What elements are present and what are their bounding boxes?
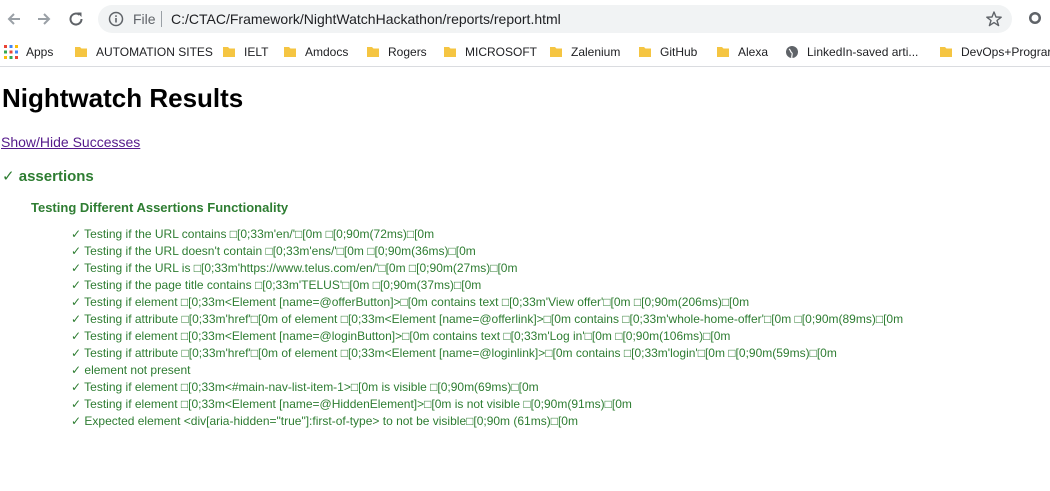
bookmark-linkedin-saved[interactable]: LinkedIn-saved arti...: [785, 41, 918, 63]
bookmark-label: Alexa: [738, 45, 769, 59]
folder-icon: [443, 45, 457, 59]
url-text[interactable]: C:/CTAC/Framework/NightWatchHackathon/re…: [171, 11, 561, 27]
page-title: Nightwatch Results: [2, 83, 244, 113]
bookmark-github[interactable]: GitHub: [638, 41, 697, 63]
forward-arrow-icon: [38, 13, 51, 25]
bookmark-label: Rogers: [388, 45, 427, 59]
bookmark-star-icon[interactable]: [985, 10, 1003, 33]
assertion-result: ✓ Expected element <div[aria-hidden="tru…: [71, 414, 578, 428]
bookmark-label: Zalenium: [571, 45, 621, 59]
bookmarks-bar: Apps AUTOMATION SITES IELT Amdocs Rogers…: [0, 37, 1050, 67]
browser-toolbar: File C:/CTAC/Framework/NightWatchHackath…: [0, 0, 1050, 37]
assertion-result: ✓ element not present: [71, 363, 191, 377]
back-arrow-icon: [7, 13, 20, 25]
folder-icon: [549, 45, 563, 59]
bookmark-label: GitHub: [660, 45, 698, 59]
assertion-result: ✓ Testing if the URL is □[0;33m'https://…: [71, 261, 518, 275]
bookmark-devops[interactable]: DevOps+Prograr: [939, 41, 1050, 63]
reload-button[interactable]: [64, 7, 88, 31]
assertion-result: ✓ Testing if element □[0;33m<Element [na…: [71, 397, 632, 411]
folder-icon: [74, 45, 88, 59]
folder-icon: [638, 45, 652, 59]
assertion-result: ✓ Testing if the page title contains □[0…: [71, 278, 482, 292]
assertion-results-list: ✓ Testing if the URL contains □[0;33m'en…: [71, 226, 903, 430]
forward-button[interactable]: [32, 7, 56, 31]
bookmark-zalenium[interactable]: Zalenium: [549, 41, 620, 63]
bookmark-automation-sites[interactable]: AUTOMATION SITES: [74, 41, 213, 63]
test-name: Testing Different Assertions Functionali…: [31, 200, 289, 215]
bookmark-label: DevOps+Prograr: [961, 45, 1050, 59]
url-separator: [161, 11, 162, 27]
reload-icon: [69, 12, 83, 26]
apps-grid-icon: [4, 45, 18, 59]
bookmark-label: IELT: [244, 45, 269, 59]
assertion-result: ✓ Testing if the URL doesn't contain □[0…: [71, 244, 476, 258]
bookmark-alexa[interactable]: Alexa: [716, 41, 768, 63]
bookmark-ielt[interactable]: IELT: [222, 41, 268, 63]
apps-shortcut[interactable]: Apps: [4, 41, 53, 63]
bookmark-label: MICROSOFT: [465, 45, 537, 59]
show-hide-successes-link[interactable]: Show/Hide Successes: [1, 134, 140, 150]
address-bar[interactable]: File C:/CTAC/Framework/NightWatchHackath…: [98, 5, 1012, 33]
folder-icon: [283, 45, 297, 59]
folder-icon: [222, 45, 236, 59]
back-button[interactable]: [2, 7, 26, 31]
assertion-result: ✓ Testing if element □[0;33m<Element [na…: [71, 295, 750, 309]
assertion-result: ✓ Testing if attribute □[0;33m'href'□[0m…: [71, 312, 904, 326]
bookmark-label: LinkedIn-saved arti...: [807, 45, 919, 59]
assertion-result: ✓ Testing if element □[0;33m<#main-nav-l…: [71, 380, 539, 394]
folder-icon: [716, 45, 730, 59]
url-scheme-label: File: [133, 11, 156, 27]
assertion-result: ✓ Testing if the URL contains □[0;33m'en…: [71, 227, 435, 241]
folder-icon: [939, 45, 953, 59]
bookmark-rogers[interactable]: Rogers: [366, 41, 427, 63]
bookmark-microsoft[interactable]: MICROSOFT: [443, 41, 537, 63]
apps-label: Apps: [26, 45, 54, 59]
assertion-result: ✓ Testing if attribute □[0;33m'href'□[0m…: [71, 346, 837, 360]
folder-icon: [366, 45, 380, 59]
bookmark-amdocs[interactable]: Amdocs: [283, 41, 348, 63]
globe-icon: [785, 45, 799, 59]
assertion-result: ✓ Testing if element □[0;33m<Element [na…: [71, 329, 731, 343]
bookmark-label: AUTOMATION SITES: [96, 45, 213, 59]
module-title: ✓ assertions: [2, 168, 94, 185]
info-icon[interactable]: [108, 11, 124, 32]
extension-icon[interactable]: [1026, 9, 1044, 32]
bookmark-label: Amdocs: [305, 45, 349, 59]
